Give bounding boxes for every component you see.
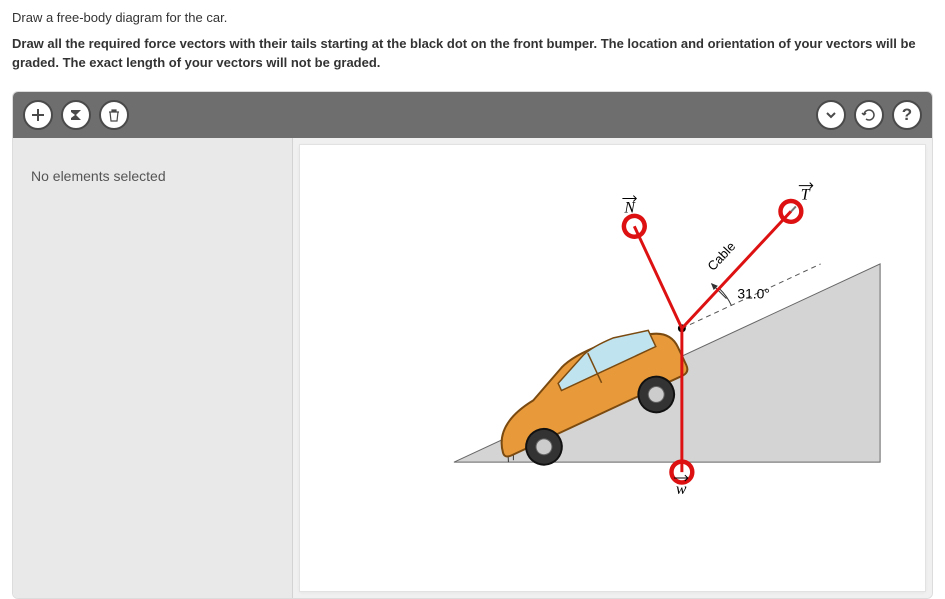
reset-button[interactable] — [854, 100, 884, 130]
chevron-down-icon — [823, 107, 839, 123]
sigma-icon — [68, 107, 84, 123]
vector-T-label: T — [799, 182, 813, 203]
selection-sidebar: No elements selected — [13, 138, 293, 598]
editor-body: No elements selected — [13, 138, 932, 598]
question-icon: ? — [902, 105, 912, 125]
cable-angle-label: 31.0° — [737, 285, 770, 301]
dropdown-button[interactable] — [816, 100, 846, 130]
svg-text:w: w — [676, 480, 687, 497]
add-button[interactable] — [23, 100, 53, 130]
drawing-widget: ? No elements selected — [12, 91, 933, 599]
cable-angle-pointer — [712, 283, 727, 298]
vector-T[interactable] — [682, 211, 791, 328]
selection-status: No elements selected — [31, 168, 274, 184]
vector-N[interactable] — [634, 226, 682, 328]
vector-N-label: N — [622, 195, 636, 216]
plus-icon — [30, 107, 46, 123]
trash-icon — [106, 107, 122, 123]
vector-w-label: w — [674, 475, 688, 498]
drawing-canvas[interactable]: 25.0° Cable — [299, 144, 926, 592]
cable-label: Cable — [704, 238, 738, 273]
instruction-line-2: Draw all the required force vectors with… — [12, 34, 933, 73]
svg-text:N: N — [623, 199, 636, 216]
diagram-svg: 25.0° Cable — [300, 145, 925, 591]
instruction-line-1: Draw a free-body diagram for the car. — [12, 8, 933, 28]
help-button[interactable]: ? — [892, 100, 922, 130]
toolbar: ? — [13, 92, 932, 138]
sum-button[interactable] — [61, 100, 91, 130]
instructions-block: Draw a free-body diagram for the car. Dr… — [0, 0, 945, 91]
trash-button[interactable] — [99, 100, 129, 130]
reset-icon — [861, 107, 877, 123]
svg-text:T: T — [801, 186, 811, 203]
